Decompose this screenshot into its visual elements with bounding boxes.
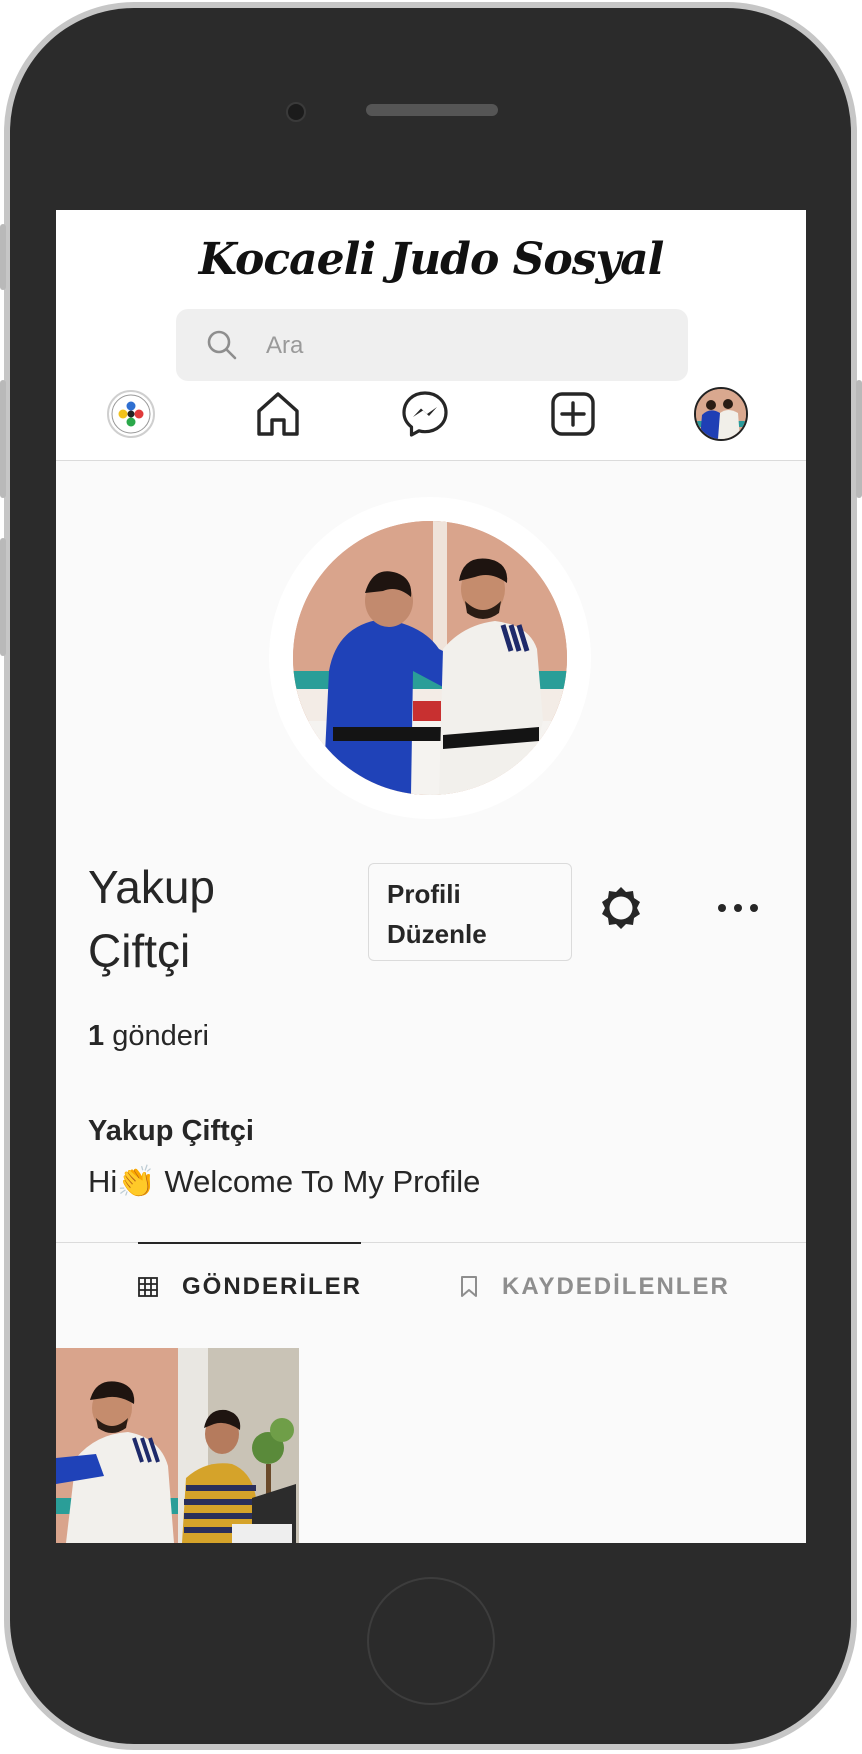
active-tab-indicator: [138, 1242, 361, 1244]
front-camera: [286, 102, 306, 122]
settings-gear-icon[interactable]: [596, 883, 646, 933]
profile-username: Yakup Çiftçi: [88, 861, 216, 977]
mute-switch: [0, 224, 6, 290]
tab-posts[interactable]: GÖNDERİLER: [138, 1273, 362, 1301]
nav-profile[interactable]: [693, 386, 749, 442]
profile-picture-frame[interactable]: [269, 497, 591, 819]
nav-ijf-logo[interactable]: [103, 386, 159, 442]
profile-picture: [293, 521, 567, 795]
post-thumbnail[interactable]: [56, 1348, 299, 1543]
post-count-stat: 1 gönderi: [88, 1020, 209, 1053]
search-icon: [207, 330, 237, 360]
tab-saved[interactable]: KAYDEDİLENLER: [460, 1273, 730, 1301]
profile-full-name: Yakup Çiftçi: [88, 1115, 254, 1147]
messenger-icon: [402, 391, 448, 437]
post-count-label: gönderi: [112, 1020, 209, 1052]
grid-icon: [138, 1277, 158, 1297]
new-post-icon: [551, 392, 595, 436]
search-bar[interactable]: [176, 309, 688, 381]
power-button: [856, 380, 862, 498]
more-options-icon[interactable]: [714, 893, 762, 923]
profile-tabs: GÖNDERİLER KAYDEDİLENLER: [56, 1242, 806, 1343]
tab-posts-label: GÖNDERİLER: [182, 1273, 363, 1300]
nav-new-post[interactable]: [545, 386, 601, 442]
profile-avatar: [694, 387, 748, 441]
nav-messenger[interactable]: [397, 386, 453, 442]
home-button[interactable]: [367, 1577, 495, 1705]
edit-profile-button[interactable]: Profili Düzenle: [368, 863, 572, 961]
nav-home[interactable]: [250, 386, 306, 442]
bookmark-icon: [461, 1276, 477, 1297]
home-icon: [257, 392, 299, 436]
app-logo[interactable]: Kocaeli Judo Sosyal: [56, 234, 806, 285]
ijf-logo-icon: [107, 390, 155, 438]
post-count-value: 1: [88, 1020, 105, 1052]
volume-up-button: [0, 380, 6, 498]
earpiece-speaker: [366, 104, 498, 116]
volume-down-button: [0, 538, 6, 656]
tab-saved-label: KAYDEDİLENLER: [502, 1273, 730, 1300]
top-bar: Kocaeli Judo Sosyal: [56, 210, 806, 461]
profile-bio: Hi👏 Welcome To My Profile: [88, 1164, 481, 1199]
search-input[interactable]: [264, 327, 668, 365]
app-screen: Kocaeli Judo Sosyal Ara Yakup Çiftçi Pro…: [56, 210, 806, 1543]
